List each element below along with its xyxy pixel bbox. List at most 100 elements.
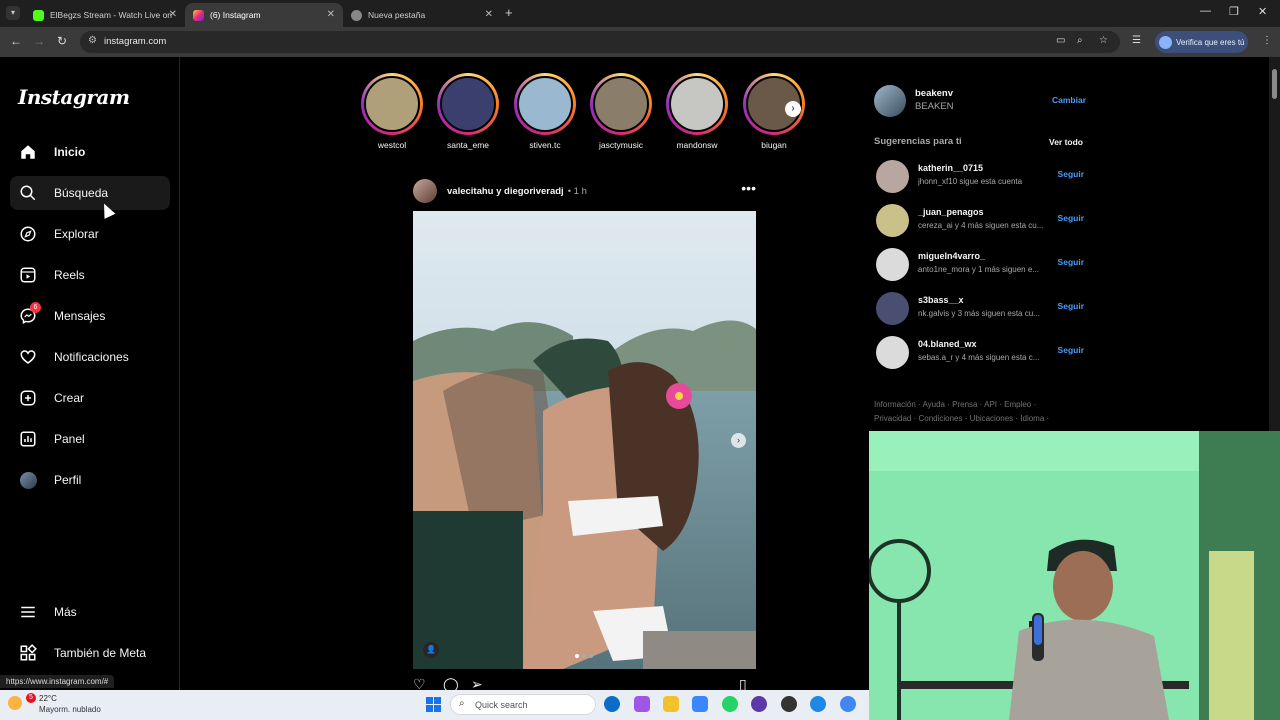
account-username[interactable]: beakenv <box>915 88 953 99</box>
follow-button[interactable]: Seguir <box>1058 213 1084 223</box>
avatar[interactable] <box>874 85 906 117</box>
nav-reels[interactable]: Reels <box>10 258 170 292</box>
compass-icon <box>18 224 38 244</box>
avatar[interactable] <box>876 336 909 369</box>
ig-sidebar: Instagram Inicio Búsqueda Explorar Reels… <box>0 57 180 690</box>
reading-list-icon[interactable]: ☰ <box>1132 35 1141 46</box>
chrome-active-icon[interactable] <box>840 696 856 712</box>
nav-explore[interactable]: Explorar <box>10 217 170 251</box>
cast-icon[interactable]: ▭ <box>1056 35 1065 46</box>
chrome-icon[interactable] <box>810 696 826 712</box>
story-avatar <box>517 76 573 132</box>
minimize-icon[interactable]: — <box>1200 5 1211 17</box>
next-slide-icon[interactable]: › <box>731 433 746 448</box>
messenger-icon: 6 <box>18 302 41 326</box>
bookmark-star-icon[interactable]: ☆ <box>1099 35 1108 46</box>
tab-new[interactable]: Nueva pestaña ✕ <box>343 3 501 27</box>
follow-button[interactable]: Seguir <box>1058 301 1084 311</box>
close-tab-icon[interactable]: ✕ <box>169 9 177 20</box>
story-item[interactable]: santa_eme <box>436 73 500 150</box>
zoom-icon[interactable]: ⌕ <box>1077 35 1083 46</box>
link-status-bar: https://www.instagram.com/# <box>0 675 115 688</box>
nav-also-from-meta[interactable]: También de Meta <box>10 636 170 670</box>
save-icon[interactable]: ▯ <box>739 677 747 691</box>
maximize-icon[interactable]: ❐ <box>1229 5 1239 18</box>
stories-next-icon[interactable]: › <box>785 101 801 117</box>
story-item[interactable]: westcol <box>360 73 424 150</box>
story-avatar <box>364 76 420 132</box>
new-tab-button[interactable]: + <box>505 6 513 20</box>
more-options-icon[interactable]: ••• <box>741 180 756 196</box>
suggestion-item: s3bass__x nk.galvis y 3 más siguen esta … <box>876 292 1086 326</box>
follow-button[interactable]: Seguir <box>1058 169 1084 179</box>
share-icon[interactable]: ➢ <box>471 677 483 691</box>
ig-footer-links: Información · Ayuda · Prensa · API · Emp… <box>874 400 1050 423</box>
whatsapp-icon[interactable] <box>722 696 738 712</box>
taskbar-search-input[interactable]: ⌕ Quick search <box>450 694 596 715</box>
verify-identity-button[interactable]: Verifica que eres tú <box>1155 31 1248 53</box>
follow-button[interactable]: Seguir <box>1058 257 1084 267</box>
back-icon[interactable]: ← <box>10 34 22 48</box>
post-authors[interactable]: valecitahu y diegoriveradj <box>447 186 564 197</box>
nav-create[interactable]: Crear <box>10 381 170 415</box>
suggestion-item: 04.blaned_wx sebas.a_r y 4 más siguen es… <box>876 336 1086 370</box>
url-text: instagram.com <box>104 36 167 47</box>
store-icon[interactable] <box>692 696 708 712</box>
switch-account-button[interactable]: Cambiar <box>1052 95 1086 105</box>
carousel-indicator <box>575 654 593 658</box>
suggestion-item: _juan_penagos cereza_ai y 4 más siguen e… <box>876 204 1086 238</box>
meta-grid-icon <box>18 643 38 663</box>
avatar[interactable] <box>413 179 437 203</box>
page-scrollbar[interactable] <box>1269 57 1280 431</box>
close-window-icon[interactable]: ✕ <box>1258 5 1267 18</box>
webcam-overlay <box>869 431 1280 720</box>
nav-messages[interactable]: 6 Mensajes <box>10 299 170 333</box>
reels-icon <box>18 265 38 285</box>
avatar[interactable] <box>876 248 909 281</box>
file-explorer-icon[interactable] <box>663 696 679 712</box>
close-tab-icon[interactable]: ✕ <box>327 9 335 20</box>
avatar[interactable] <box>876 160 909 193</box>
windows-start-icon[interactable] <box>426 697 441 712</box>
like-icon[interactable]: ♡ <box>413 677 426 691</box>
follow-button[interactable]: Seguir <box>1058 345 1084 355</box>
nav-home[interactable]: Inicio <box>10 135 170 169</box>
tab-search-icon[interactable]: ▾ <box>6 6 20 20</box>
edge-icon[interactable] <box>604 696 620 712</box>
nav-more[interactable]: Más <box>10 595 170 629</box>
close-tab-icon[interactable]: ✕ <box>485 9 493 20</box>
instagram-logo[interactable]: Instagram <box>18 85 130 109</box>
weather-badge: 5 <box>26 693 36 703</box>
app-icon[interactable] <box>781 696 797 712</box>
home-icon <box>18 142 38 162</box>
menu-dots-icon[interactable]: ⋮ <box>1262 35 1272 46</box>
account-name: BEAKEN <box>915 101 954 112</box>
post-image[interactable] <box>413 211 756 669</box>
nav-notifications[interactable]: Notificaciones <box>10 340 170 374</box>
tagged-users-icon[interactable]: 👤 <box>423 642 439 658</box>
obs-icon[interactable] <box>751 696 767 712</box>
address-bar[interactable] <box>80 31 1120 53</box>
reload-icon[interactable]: ↻ <box>57 34 67 48</box>
story-item[interactable]: jasctymusic <box>589 73 653 150</box>
nav-dashboard[interactable]: Panel <box>10 422 170 456</box>
avatar[interactable] <box>876 292 909 325</box>
nav-profile[interactable]: Perfil <box>10 463 170 497</box>
comment-icon[interactable]: ◯ <box>443 677 459 691</box>
nav-search[interactable]: Búsqueda <box>10 176 170 210</box>
instagram-icon <box>193 9 204 21</box>
stories-tray: westcol santa_eme stiven.tc jasctymusic … <box>360 73 820 153</box>
tab-instagram[interactable]: (6) Instagram ✕ <box>185 3 343 27</box>
site-info-icon[interactable]: ⚙ <box>88 35 97 46</box>
story-item[interactable]: mandonsw <box>665 73 729 150</box>
copilot-icon[interactable] <box>634 696 650 712</box>
suggestion-item: migueln4varro_ anto1ne_mora y 1 más sigu… <box>876 248 1086 282</box>
post-header: valecitahu y diegoriveradj • 1 h ••• <box>413 178 756 204</box>
weather-widget[interactable]: 5 22°C Mayorm. nublado <box>6 693 126 717</box>
story-item[interactable]: stiven.tc <box>513 73 577 150</box>
avatar[interactable] <box>876 204 909 237</box>
tab-elbegzs[interactable]: ElBegzs Stream - Watch Live on ✕ <box>25 3 185 27</box>
forward-icon[interactable]: → <box>33 34 45 48</box>
story-avatar <box>593 76 649 132</box>
see-all-button[interactable]: Ver todo <box>1049 137 1083 147</box>
